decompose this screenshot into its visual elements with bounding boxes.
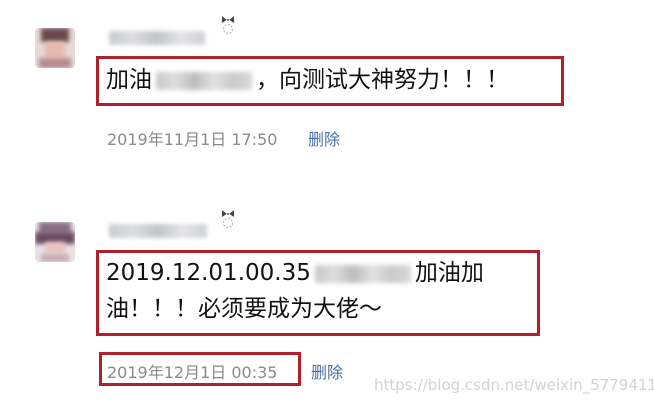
badge-icon [222,16,234,35]
message-text: 加油 [106,67,152,93]
redacted-name [156,71,252,90]
message-text: ，向测试大神努力！！！ [256,67,509,93]
comment-message-line-1: 2019.12.01.00.35 加油加 [106,256,484,290]
comment-timestamp: 2019年11月1日 17:50 [107,130,278,149]
avatar[interactable] [35,222,75,262]
username[interactable] [109,31,205,45]
comment-message: 加油 ，向测试大神努力！！！ [106,63,509,97]
delete-button[interactable]: 删除 [308,126,340,150]
badge-icon [222,210,234,229]
delete-button[interactable]: 删除 [311,359,343,383]
redacted-name [314,264,411,283]
watermark: https://blog.csdn.net/weixin_57794111 [374,376,654,394]
comment-message-line-2: 油！！！必须要成为大佬～ [106,296,382,322]
avatar[interactable] [35,28,75,68]
message-text: 加油加 [414,260,484,286]
comment-timestamp: 2019年12月1日 00:35 [107,363,278,382]
username[interactable] [109,224,207,238]
message-text: 2019.12.01.00.35 [106,260,311,286]
